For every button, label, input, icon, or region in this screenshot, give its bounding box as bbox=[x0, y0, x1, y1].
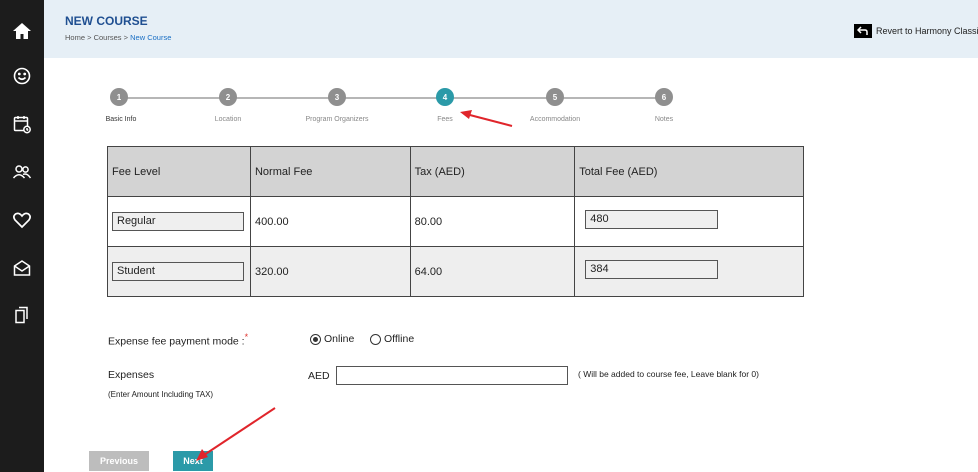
header-normal-fee: Normal Fee bbox=[249, 146, 411, 197]
back-arrow-icon bbox=[854, 24, 872, 38]
normal-fee-cell: 400.00 bbox=[249, 196, 411, 247]
users-icon[interactable] bbox=[0, 157, 44, 187]
copy-icon[interactable] bbox=[0, 300, 44, 330]
expenses-label: Expenses bbox=[108, 369, 155, 381]
total-fee-input[interactable]: 480 bbox=[585, 210, 719, 229]
calendar-icon[interactable] bbox=[0, 109, 44, 139]
step-1-label: Basic Info bbox=[105, 116, 137, 123]
smiley-icon[interactable] bbox=[0, 61, 44, 91]
next-button[interactable]: Next bbox=[173, 451, 213, 471]
total-fee-cell: 480 bbox=[574, 196, 804, 247]
step-3-label: Program Organizers bbox=[305, 116, 369, 123]
fee-level-cell: Regular bbox=[107, 196, 251, 247]
radio-online[interactable]: Online bbox=[310, 333, 354, 345]
breadcrumb-separator: > bbox=[123, 33, 129, 42]
step-2-label: Location bbox=[214, 116, 242, 123]
breadcrumb-separator: > bbox=[87, 33, 92, 42]
page-header: NEW COURSE Home > Courses > New Course R… bbox=[44, 0, 978, 58]
step-5-label: Accommodation bbox=[529, 116, 581, 123]
revert-to-classic-button[interactable]: Revert to Harmony Classi bbox=[854, 24, 978, 38]
total-fee-cell: 384 bbox=[574, 246, 804, 297]
heart-icon[interactable] bbox=[0, 205, 44, 235]
breadcrumb-courses[interactable]: Courses bbox=[94, 33, 122, 42]
breadcrumb-current: New Course bbox=[130, 33, 172, 42]
header-total-fee: Total Fee (AED) bbox=[574, 146, 804, 197]
step-6-circle[interactable]: 6 bbox=[655, 88, 673, 106]
breadcrumb: Home > Courses > New Course bbox=[65, 33, 171, 42]
total-fee-input[interactable]: 384 bbox=[585, 260, 719, 279]
expenses-input[interactable] bbox=[336, 366, 568, 385]
step-5-circle[interactable]: 5 bbox=[546, 88, 564, 106]
radio-online-selected-icon bbox=[310, 333, 321, 345]
fee-level-cell: Student bbox=[107, 246, 251, 297]
radio-offline-label: Offline bbox=[384, 333, 415, 345]
table-row: Regular 400.00 80.00 480 bbox=[107, 196, 804, 247]
table-row: Student 320.00 64.00 384 bbox=[107, 246, 804, 297]
header-fee-level: Fee Level bbox=[107, 146, 251, 197]
fee-level-input[interactable]: Regular bbox=[112, 212, 244, 231]
radio-online-label: Online bbox=[324, 333, 355, 345]
table-header-row: Fee Level Normal Fee Tax (AED) Total Fee… bbox=[107, 146, 804, 197]
expenses-note: ( Will be added to course fee, Leave bla… bbox=[578, 369, 759, 379]
normal-fee-cell: 320.00 bbox=[249, 246, 411, 297]
fee-table: Fee Level Normal Fee Tax (AED) Total Fee… bbox=[107, 146, 804, 297]
payment-mode-label-text: Expense fee payment mode : bbox=[108, 335, 245, 348]
step-6-label: Notes bbox=[654, 116, 674, 123]
payment-mode-label: Expense fee payment mode :* bbox=[108, 332, 248, 348]
step-1-circle[interactable]: 1 bbox=[110, 88, 128, 106]
step-4-label: Fees bbox=[437, 116, 453, 123]
tax-cell: 64.00 bbox=[409, 246, 576, 297]
page-title: NEW COURSE bbox=[65, 14, 148, 28]
sidebar bbox=[0, 0, 44, 472]
breadcrumb-home[interactable]: Home bbox=[65, 33, 85, 42]
currency-label: AED bbox=[308, 370, 330, 382]
radio-offline[interactable]: Offline bbox=[370, 333, 414, 345]
annotation-arrow-icon bbox=[460, 110, 513, 127]
step-4-circle[interactable]: 4 bbox=[436, 88, 454, 106]
step-2-circle[interactable]: 2 bbox=[219, 88, 237, 106]
radio-offline-empty-icon bbox=[370, 333, 381, 345]
tax-cell: 80.00 bbox=[409, 196, 576, 247]
required-mark: * bbox=[244, 332, 249, 342]
revert-label: Revert to Harmony Classi bbox=[876, 26, 978, 36]
home-icon[interactable] bbox=[0, 16, 44, 46]
fee-level-input[interactable]: Student bbox=[112, 262, 244, 281]
expenses-hint: (Enter Amount Including TAX) bbox=[108, 390, 214, 399]
step-3-circle[interactable]: 3 bbox=[328, 88, 346, 106]
previous-button[interactable]: Previous bbox=[89, 451, 149, 471]
header-tax: Tax (AED) bbox=[409, 146, 576, 197]
stepper-track bbox=[119, 97, 664, 99]
mail-icon[interactable] bbox=[0, 253, 44, 283]
